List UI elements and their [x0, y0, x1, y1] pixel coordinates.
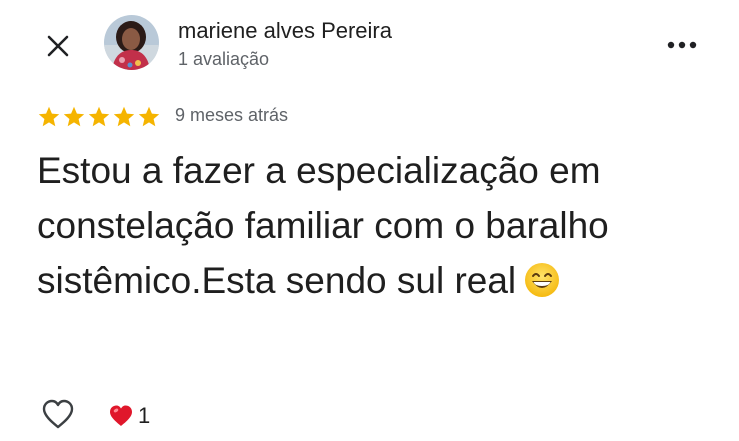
author-name[interactable]: mariene alves Pereira: [178, 18, 392, 44]
avatar[interactable]: [104, 15, 159, 70]
star-rating: [37, 105, 161, 129]
star-icon: [138, 106, 160, 127]
author-review-count: 1 avaliação: [178, 49, 270, 69]
star-icon: [88, 106, 110, 127]
more-horizontal-icon: [667, 41, 697, 49]
red-heart-icon: [110, 405, 132, 426]
star-icon: [113, 106, 135, 127]
heart-outline-icon: [42, 399, 74, 429]
star-icon: [63, 106, 85, 127]
close-button[interactable]: [38, 26, 78, 66]
more-options-button[interactable]: [660, 30, 704, 60]
reaction-count: 1: [138, 403, 151, 428]
close-icon: [47, 35, 69, 57]
reaction-summary[interactable]: 1: [108, 402, 150, 430]
like-button[interactable]: [38, 396, 78, 432]
star-icon: [38, 106, 60, 127]
review-text-content: Estou a fazer a especialização em conste…: [37, 150, 609, 301]
avatar-photo: [104, 15, 159, 70]
grinning-face-emoji: [525, 263, 560, 297]
review-date: 9 meses atrás: [175, 105, 289, 125]
review-text: Estou a fazer a especialização em conste…: [37, 143, 717, 308]
